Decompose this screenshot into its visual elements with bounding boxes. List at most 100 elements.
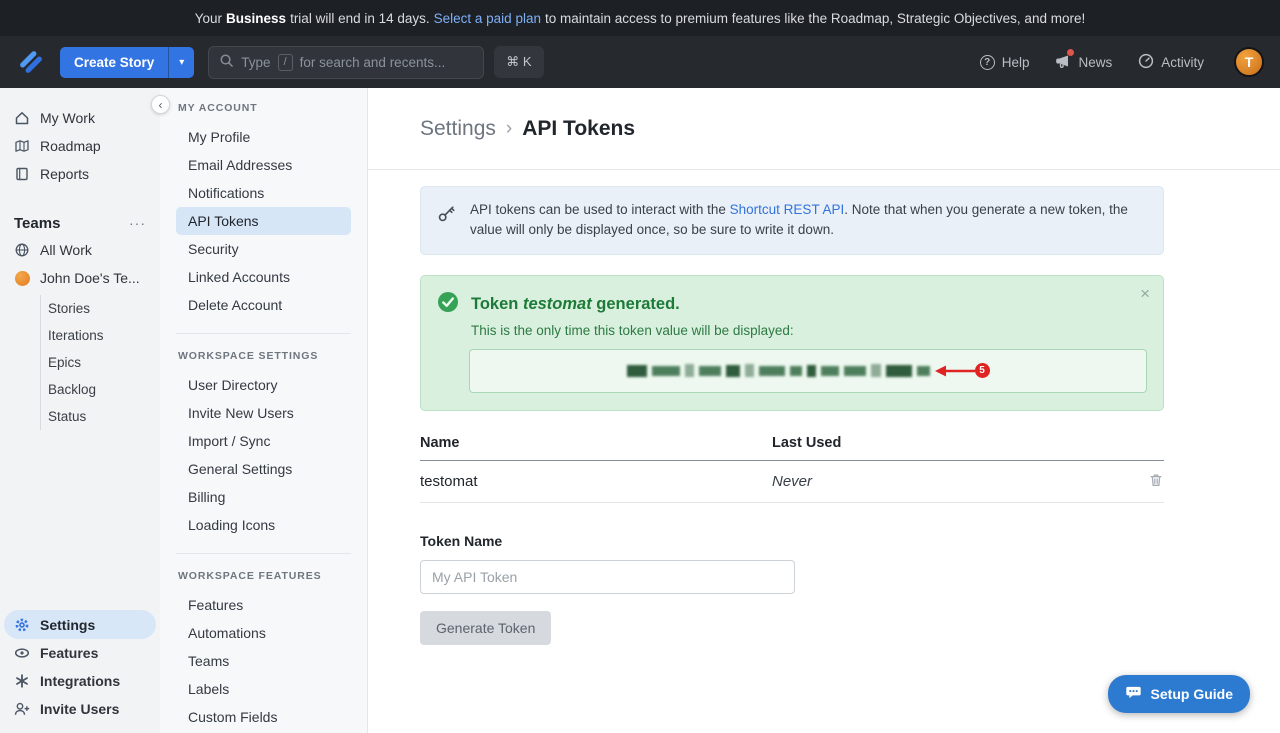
trash-icon bbox=[1148, 476, 1164, 491]
globe-icon bbox=[14, 242, 30, 258]
settings-nav-item-security[interactable]: Security bbox=[176, 235, 351, 263]
sidebar-bottom-group: Settings Features Integrations Invite Us… bbox=[0, 610, 160, 723]
settings-nav-section-my-account: My Account My Profile Email Addresses No… bbox=[176, 102, 351, 319]
sidebar-item-integrations[interactable]: Integrations bbox=[0, 667, 160, 695]
sidebar-item-settings[interactable]: Settings bbox=[4, 610, 156, 639]
sidebar-item-label: My Work bbox=[40, 110, 95, 126]
select-paid-plan-link[interactable]: Select a paid plan bbox=[434, 11, 541, 26]
settings-nav-item-billing[interactable]: Billing bbox=[176, 483, 351, 511]
sidebar: ‹ My Work Roadmap Reports Teams ··· bbox=[0, 88, 160, 733]
sidebar-item-epics[interactable]: Epics bbox=[48, 349, 160, 376]
teams-section-header: Teams ··· bbox=[0, 210, 160, 236]
alert-token-name: testomat bbox=[523, 295, 592, 313]
teams-header-label: Teams bbox=[14, 215, 60, 232]
settings-nav-item-loading-icons[interactable]: Loading Icons bbox=[176, 511, 351, 539]
delete-token-button[interactable] bbox=[1148, 472, 1164, 491]
settings-nav-item-api-tokens[interactable]: API Tokens bbox=[176, 207, 351, 235]
section-title: My Account bbox=[178, 102, 351, 114]
activity-button[interactable]: Activity bbox=[1138, 53, 1204, 72]
search-placeholder-rest: for search and recents... bbox=[300, 55, 446, 70]
sidebar-item-reports[interactable]: Reports bbox=[0, 160, 160, 188]
search-shortcut-badge: ⌘ K bbox=[494, 46, 543, 78]
annotation-step-5: 5 bbox=[935, 363, 990, 378]
sidebar-item-label: Features bbox=[40, 645, 98, 661]
team-avatar bbox=[14, 270, 30, 286]
settings-nav-item-general-settings[interactable]: General Settings bbox=[176, 455, 351, 483]
breadcrumb-settings-link[interactable]: Settings bbox=[420, 117, 496, 141]
features-icon bbox=[14, 645, 30, 661]
create-story-button[interactable]: Create Story bbox=[60, 47, 168, 78]
create-story-dropdown-button[interactable]: ▾ bbox=[168, 47, 194, 78]
sidebar-item-iterations[interactable]: Iterations bbox=[48, 322, 160, 349]
settings-nav-item-teams[interactable]: Teams bbox=[176, 647, 351, 675]
sidebar-item-label: Invite Users bbox=[40, 701, 119, 717]
sidebar-item-backlog[interactable]: Backlog bbox=[48, 376, 160, 403]
news-button[interactable]: News bbox=[1055, 53, 1112, 72]
setup-guide-button[interactable]: Setup Guide bbox=[1108, 675, 1250, 713]
token-value-redacted bbox=[627, 364, 930, 377]
settings-nav-item-import-sync[interactable]: Import / Sync bbox=[176, 427, 351, 455]
info-text-pre: API tokens can be used to interact with … bbox=[470, 202, 730, 217]
settings-nav-item-my-profile[interactable]: My Profile bbox=[176, 123, 351, 151]
sidebar-item-label: Settings bbox=[40, 617, 95, 633]
check-circle-icon bbox=[437, 291, 459, 318]
search-icon bbox=[219, 53, 234, 71]
banner-text: trial will end in 14 days. bbox=[290, 11, 430, 26]
user-avatar[interactable]: T bbox=[1234, 47, 1264, 77]
settings-nav-item-automations[interactable]: Automations bbox=[176, 619, 351, 647]
banner-plan-name: Business bbox=[226, 11, 286, 26]
sidebar-item-label: Reports bbox=[40, 166, 89, 182]
sidebar-item-features[interactable]: Features bbox=[0, 639, 160, 667]
settings-nav-item-labels[interactable]: Labels bbox=[176, 675, 351, 703]
settings-nav-item-linked-accounts[interactable]: Linked Accounts bbox=[176, 263, 351, 291]
settings-nav-item-email-addresses[interactable]: Email Addresses bbox=[176, 151, 351, 179]
sidebar-item-roadmap[interactable]: Roadmap bbox=[0, 132, 160, 160]
sidebar-item-label: Integrations bbox=[40, 673, 120, 689]
trial-banner: Your Business trial will end in 14 days.… bbox=[0, 0, 1280, 36]
settings-nav-item-features[interactable]: Features bbox=[176, 591, 351, 619]
token-name-input[interactable] bbox=[420, 560, 795, 594]
settings-nav-item-notifications[interactable]: Notifications bbox=[176, 179, 351, 207]
alert-title-post: generated. bbox=[592, 295, 680, 313]
sidebar-item-all-work[interactable]: All Work bbox=[0, 236, 160, 264]
banner-text: Your bbox=[195, 11, 222, 26]
annotation-arrow-icon bbox=[935, 364, 975, 378]
settings-nav: My Account My Profile Email Addresses No… bbox=[160, 88, 368, 733]
alert-title: Token testomat generated. bbox=[471, 295, 680, 314]
news-notification-dot bbox=[1067, 49, 1074, 56]
sidebar-item-status[interactable]: Status bbox=[48, 403, 160, 430]
reports-icon bbox=[14, 166, 30, 182]
integrations-icon bbox=[14, 673, 30, 689]
sidebar-item-stories[interactable]: Stories bbox=[48, 295, 160, 322]
header-right-cluster: ? Help News Activity T bbox=[980, 47, 1264, 77]
settings-nav-item-invite-new-users[interactable]: Invite New Users bbox=[176, 399, 351, 427]
sidebar-collapse-button[interactable]: ‹ bbox=[151, 95, 170, 114]
settings-nav-item-custom-fields[interactable]: Custom Fields bbox=[176, 703, 351, 731]
close-icon[interactable]: × bbox=[1140, 285, 1150, 302]
shortcut-logo-icon bbox=[16, 47, 46, 77]
settings-nav-item-user-directory[interactable]: User Directory bbox=[176, 371, 351, 399]
sidebar-item-label: Roadmap bbox=[40, 138, 101, 154]
help-button[interactable]: ? Help bbox=[980, 55, 1030, 70]
section-title: Workspace Features bbox=[178, 570, 351, 582]
tokens-table-header: Name Last Used bbox=[420, 435, 1164, 461]
settings-nav-section-workspace-features: Workspace Features Features Automations … bbox=[176, 553, 351, 731]
alert-subtitle: This is the only time this token value w… bbox=[471, 323, 1147, 338]
global-search-input[interactable]: Type / for search and recents... bbox=[208, 46, 484, 79]
sidebar-item-invite-users[interactable]: Invite Users bbox=[0, 695, 160, 723]
token-value-box: 5 bbox=[469, 349, 1147, 393]
key-icon bbox=[437, 204, 456, 229]
generate-token-button[interactable]: Generate Token bbox=[420, 611, 551, 645]
activity-icon bbox=[1138, 53, 1154, 72]
sidebar-item-team-john-does[interactable]: John Doe's Te... bbox=[0, 264, 160, 292]
create-story-split-button: Create Story ▾ bbox=[60, 47, 194, 78]
teams-menu-button[interactable]: ··· bbox=[129, 215, 146, 231]
team-sub-nav: Stories Iterations Epics Backlog Status bbox=[40, 295, 160, 430]
rest-api-link[interactable]: Shortcut REST API bbox=[730, 202, 845, 217]
search-placeholder-type: Type bbox=[241, 55, 270, 70]
token-generated-alert: × Token testomat generated. This is the … bbox=[420, 275, 1164, 411]
sidebar-item-my-work[interactable]: My Work bbox=[0, 104, 160, 132]
activity-label: Activity bbox=[1161, 55, 1204, 70]
alert-title-pre: Token bbox=[471, 295, 523, 313]
settings-nav-item-delete-account[interactable]: Delete Account bbox=[176, 291, 351, 319]
